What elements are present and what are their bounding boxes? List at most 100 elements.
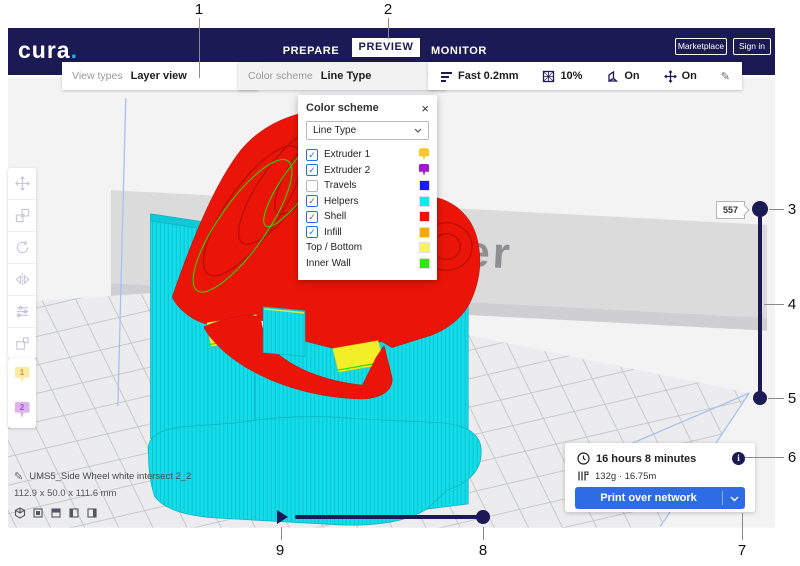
extruder-2-button[interactable]: 2	[8, 393, 36, 428]
move-tool-button[interactable]	[8, 168, 36, 199]
line-type-dropdown-value: Line Type	[313, 125, 356, 136]
travels-swatch	[420, 181, 429, 190]
view-top-icon	[50, 507, 62, 519]
callout-4: 4	[788, 296, 796, 313]
clock-icon	[577, 452, 590, 465]
callout-9: 9	[276, 542, 284, 559]
simulation-slider-handle[interactable]	[476, 510, 490, 524]
view-3d-icon	[14, 507, 26, 519]
popup-row-inner-wall: Inner Wall	[306, 256, 429, 272]
callout-4-line	[764, 304, 784, 305]
cura-logo-dot: .	[71, 37, 78, 63]
view-types-label: View types	[72, 70, 123, 82]
shell-checkbox[interactable]: ✓	[306, 211, 318, 223]
mirror-tool-icon	[15, 272, 30, 287]
popup-row-top-bottom: Top / Bottom	[306, 240, 429, 256]
view-types-card[interactable]: View types Layer view ‹	[62, 62, 258, 90]
helpers-swatch	[420, 197, 429, 206]
callout-3: 3	[788, 201, 796, 218]
layer-slider-upper-handle[interactable]	[752, 201, 768, 217]
callout-1-line	[199, 18, 200, 78]
callout-6: 6	[788, 449, 796, 466]
extruder1-checkbox[interactable]: ✓	[306, 149, 318, 161]
chevron-down-icon	[414, 128, 422, 133]
top-bottom-swatch	[420, 243, 429, 252]
print-settings-card[interactable]: Fast 0.2mm 10% On On ✎	[428, 62, 742, 90]
callout-5-line	[768, 398, 784, 399]
view-top-button[interactable]	[50, 507, 62, 519]
callout-7: 7	[738, 542, 746, 559]
view-types-value: Layer view	[131, 70, 187, 82]
rotate-tool-button[interactable]	[8, 231, 36, 263]
callout-1: 1	[195, 1, 203, 18]
scale-tool-icon	[15, 208, 30, 223]
travels-checkbox[interactable]	[306, 180, 318, 192]
print-job-panel: 16 hours 8 minutes 132g · 16.75m i Print…	[565, 443, 755, 512]
callout-3-line	[769, 209, 784, 210]
helpers-checkbox[interactable]: ✓	[306, 195, 318, 207]
callout-2: 2	[384, 1, 392, 18]
color-scheme-label: Color scheme	[248, 70, 313, 82]
view-right-button[interactable]	[86, 507, 98, 519]
signin-button[interactable]: Sign in	[733, 38, 771, 55]
per-model-settings-icon	[15, 304, 30, 319]
view-front-button[interactable]	[32, 507, 44, 519]
top-bottom-label: Top / Bottom	[306, 242, 414, 253]
extruder-2-drop-icon: 2	[15, 402, 30, 420]
print-target-chevron[interactable]	[723, 489, 745, 507]
material-spool-icon	[577, 470, 589, 482]
callout-6-line	[745, 457, 784, 458]
extruder-1-drop-icon: 1	[15, 367, 30, 385]
support-blocker-tool-button[interactable]	[8, 327, 36, 359]
rotate-tool-icon	[15, 240, 30, 255]
inner-wall-label: Inner Wall	[306, 258, 414, 269]
scale-tool-button[interactable]	[8, 199, 36, 231]
layer-slider-track[interactable]	[758, 209, 762, 398]
info-icon[interactable]: i	[732, 452, 745, 465]
view-left-button[interactable]	[68, 507, 80, 519]
helpers-label: Helpers	[324, 196, 414, 207]
edit-settings-pencil-icon[interactable]: ✎	[721, 70, 730, 83]
print-settings-support: On	[606, 70, 639, 83]
support-blocker-icon	[15, 336, 30, 351]
extruder2-checkbox[interactable]: ✓	[306, 164, 318, 176]
callout-9-line	[281, 527, 282, 540]
callout-2-line	[388, 18, 389, 39]
close-icon[interactable]: ×	[421, 103, 429, 114]
view-left-icon	[68, 507, 80, 519]
popup-row-infill: ✓ Infill	[306, 225, 429, 241]
color-scheme-card[interactable]: Color scheme Line Type ✎	[238, 62, 446, 90]
view-3d-button[interactable]	[14, 507, 26, 519]
infill-swatch	[420, 228, 429, 237]
layer-number-label: 557	[716, 201, 745, 219]
tab-preview[interactable]: PREVIEW	[352, 38, 420, 57]
line-type-dropdown[interactable]: Line Type	[306, 121, 429, 140]
material-usage: 132g · 16.75m	[595, 471, 656, 482]
callout-7-line	[742, 513, 743, 540]
callout-8: 8	[479, 542, 487, 559]
simulation-play-button[interactable]	[277, 510, 288, 524]
inner-wall-swatch	[420, 259, 429, 268]
support-icon	[606, 70, 619, 83]
rename-pencil-icon[interactable]: ✎	[14, 470, 23, 483]
extruder2-swatch	[419, 164, 429, 177]
extruder1-label: Extruder 1	[324, 149, 413, 160]
per-model-settings-tool-button[interactable]	[8, 295, 36, 327]
infill-icon	[542, 70, 555, 83]
chevron-down-icon	[730, 496, 739, 502]
marketplace-button[interactable]: Marketplace	[675, 38, 727, 55]
extruder-1-button[interactable]: 1	[8, 358, 36, 393]
popup-row-extruder2: ✓ Extruder 2	[306, 163, 429, 179]
popup-row-helpers: ✓ Helpers	[306, 194, 429, 210]
cura-logo: cura.	[18, 37, 78, 64]
print-over-network-button[interactable]: Print over network	[575, 487, 745, 509]
mirror-tool-button[interactable]	[8, 263, 36, 295]
layer-slider-lower-handle[interactable]	[753, 391, 767, 405]
color-scheme-value: Line Type	[321, 70, 372, 82]
infill-checkbox[interactable]: ✓	[306, 226, 318, 238]
move-tool-icon	[15, 176, 30, 191]
callout-5: 5	[788, 390, 796, 407]
print-time: 16 hours 8 minutes	[596, 453, 696, 465]
view-right-icon	[86, 507, 98, 519]
simulation-slider-track[interactable]	[295, 515, 483, 519]
